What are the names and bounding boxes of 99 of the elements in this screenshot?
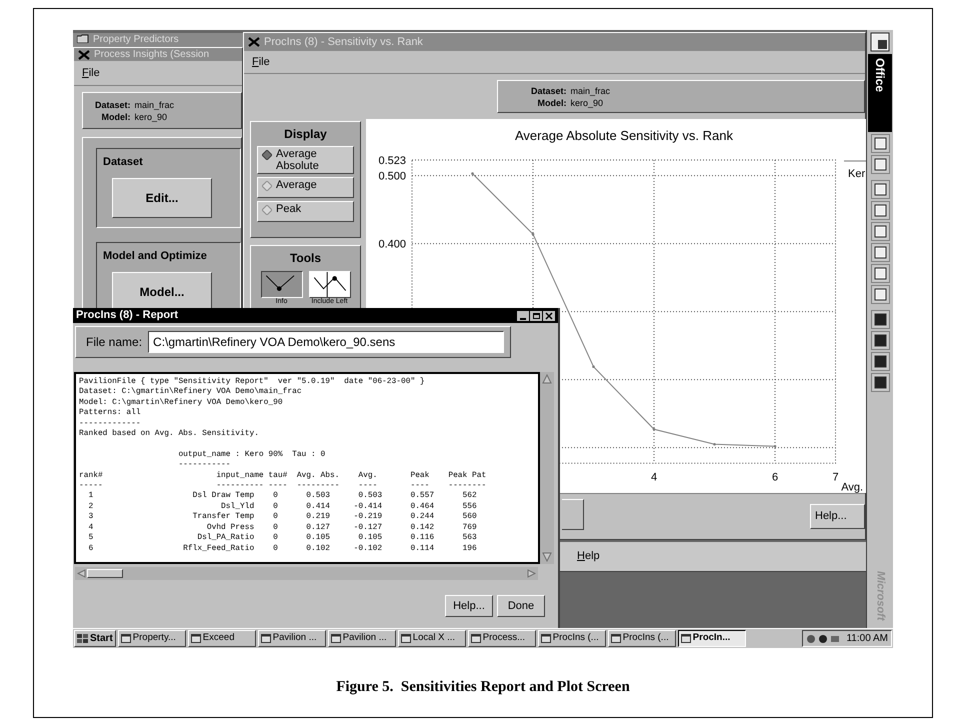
app-icon[interactable] — [870, 373, 890, 392]
axis-tick-label: 0.400 — [378, 238, 406, 251]
taskbar-button[interactable]: Process... — [468, 630, 536, 647]
taskbar-button[interactable]: ProcIns (... — [608, 630, 676, 647]
field-value: main_frac — [570, 84, 610, 96]
group-title: Model and Optimize — [103, 249, 208, 264]
x-logo-icon — [78, 50, 90, 60]
radio-button[interactable]: Peak — [257, 201, 354, 222]
maximize-icon[interactable] — [530, 310, 542, 320]
tray-icon[interactable] — [818, 634, 828, 644]
legend-label: Ker — [848, 168, 866, 180]
data-point — [471, 172, 474, 175]
data-point — [592, 365, 595, 368]
axis-title: Avg. — [841, 481, 863, 493]
field-value: kero_90 — [570, 96, 604, 108]
taskbar-button[interactable]: Property... — [118, 630, 186, 647]
window-icon — [540, 634, 551, 643]
windows-flag-icon — [77, 634, 88, 644]
app-icon[interactable] — [870, 201, 890, 220]
dialog-button[interactable]: Done — [497, 595, 545, 617]
scroll-up-icon[interactable] — [542, 374, 552, 384]
field-value: main_frac — [134, 98, 174, 110]
vertical-scrollbar[interactable] — [540, 372, 554, 564]
toolbar-title: Office — [872, 58, 888, 94]
axis-tick-label: 4 — [650, 471, 658, 484]
radio-button[interactable]: Average — [257, 177, 354, 198]
app-icon[interactable] — [870, 352, 890, 371]
clock: 11:00 AM — [846, 632, 888, 646]
window-icon — [400, 634, 411, 643]
app-icon[interactable] — [870, 32, 890, 52]
horizontal-scrollbar[interactable] — [75, 567, 538, 580]
window-icon — [470, 634, 481, 643]
window-icon — [120, 634, 131, 643]
axis-tick-label: 0.523 — [378, 155, 406, 167]
window-icon — [260, 634, 271, 643]
field-label: Model: — [536, 96, 567, 108]
app-icon[interactable] — [870, 155, 890, 174]
taskbar-button[interactable]: Pavilion ... — [258, 630, 326, 647]
menu-item[interactable]: File — [252, 54, 270, 70]
panel-title: Display — [284, 126, 327, 143]
field-value: kero_90 — [134, 110, 168, 122]
radio-diamond-icon — [262, 181, 272, 191]
legend-line — [844, 160, 867, 162]
scroll-down-icon[interactable] — [542, 552, 552, 562]
info-tool-icon — [260, 271, 302, 298]
data-point — [652, 428, 656, 431]
close-icon[interactable] — [543, 310, 555, 320]
taskbar-button[interactable]: Pavilion ... — [328, 630, 396, 647]
menu-item[interactable]: Help — [577, 548, 600, 565]
window-icon — [190, 634, 201, 643]
data-point — [713, 442, 716, 446]
taskbar-button[interactable]: ProcIn... — [678, 630, 746, 647]
scroll-right-icon[interactable] — [527, 569, 536, 578]
radio-button[interactable]: Average Absolute — [257, 146, 354, 174]
window-icon — [330, 634, 341, 643]
minimize-icon[interactable] — [517, 310, 529, 320]
app-icon[interactable] — [870, 134, 890, 153]
folder-icon — [77, 34, 89, 43]
field-label: File name: — [86, 334, 142, 351]
tray-icon[interactable] — [806, 634, 816, 644]
app-icon[interactable] — [870, 331, 890, 350]
action-button[interactable]: Edit... — [112, 178, 212, 218]
line-tool-icon — [308, 271, 350, 298]
data-point — [774, 444, 776, 448]
data-point — [532, 232, 534, 236]
window-title: ProcIns (8) - Sensitivity vs. Rank — [264, 34, 423, 50]
group-title: Dataset — [103, 155, 144, 170]
app-icon[interactable] — [870, 285, 890, 304]
app-icon[interactable] — [870, 310, 890, 329]
app-icon[interactable] — [870, 264, 890, 283]
taskbar-button[interactable]: Local X ... — [398, 630, 466, 647]
window-title: Process Insights (Session — [94, 48, 210, 62]
file-name-field[interactable]: C:\gmartin\Refinery VOA Demo\kero_90.sens — [148, 331, 504, 353]
menu-item[interactable]: File — [82, 64, 100, 82]
dialog-button[interactable]: Help... — [445, 595, 493, 617]
app-icon[interactable] — [870, 222, 890, 241]
taskbar-button[interactable]: ProcIns (... — [538, 630, 606, 647]
taskbar-button[interactable]: Exceed — [188, 630, 256, 647]
field-label: Model: — [100, 110, 131, 122]
app-icon[interactable] — [870, 180, 890, 199]
axis-tick-label: 6 — [772, 471, 778, 484]
x-logo-icon — [248, 37, 260, 47]
axis-tick-label: 7 — [832, 471, 839, 484]
help-button[interactable]: Help... — [810, 504, 865, 529]
window-title: Property Predictors — [93, 34, 179, 45]
figure-caption: Figure 5. Sensitivities Report and Plot Screen — [336, 678, 630, 697]
button-frame[interactable] — [562, 499, 584, 530]
window-icon — [610, 634, 621, 643]
app-icon[interactable] — [870, 243, 890, 262]
panel-title: Tools — [290, 250, 322, 267]
chart-title: Average Absolute Sensitivity vs. Rank — [515, 128, 733, 143]
radio-diamond-icon — [262, 205, 272, 215]
start-button[interactable]: Start — [74, 630, 116, 647]
field-label: Dataset: — [95, 98, 131, 110]
axis-tick-label: 0.500 — [378, 170, 406, 183]
radio-diamond-icon — [262, 150, 272, 160]
field-label: Dataset: — [531, 84, 567, 96]
scroll-left-icon[interactable] — [77, 569, 86, 578]
window-icon — [680, 634, 691, 643]
